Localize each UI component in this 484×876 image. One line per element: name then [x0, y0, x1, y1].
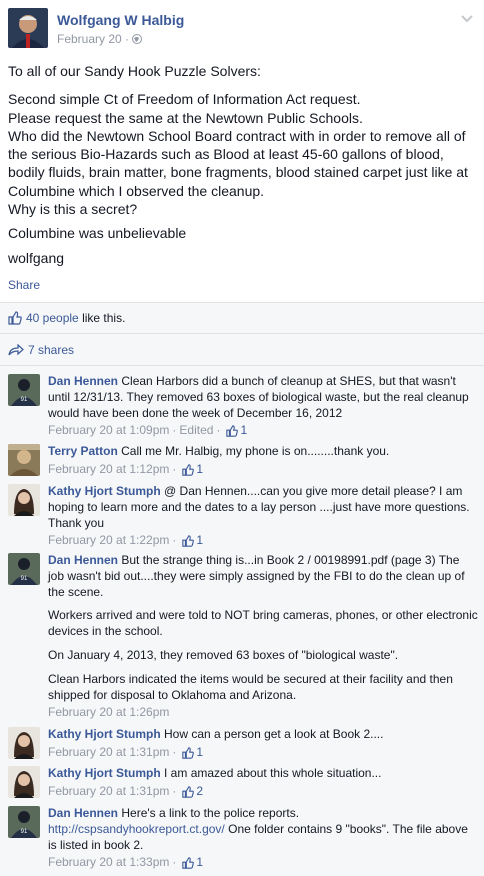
like-thumb-icon: [182, 746, 195, 759]
share-link[interactable]: Share: [8, 278, 40, 292]
like-thumb-icon: [182, 463, 195, 476]
comment-time[interactable]: February 20 at 1:31pm: [48, 745, 169, 761]
comment-meta: February 20 at 1:31pm · 1: [48, 744, 204, 761]
comment-author[interactable]: Dan Hennen: [48, 553, 118, 567]
comment-like-count[interactable]: 2: [182, 784, 203, 800]
post-meta: February 20 ·: [57, 32, 143, 46]
commenter-avatar[interactable]: 91: [8, 553, 40, 585]
commenter-avatar[interactable]: 91: [8, 806, 40, 838]
globe-icon: [132, 34, 143, 44]
comment-time[interactable]: February 20 at 1:22pm: [48, 533, 169, 549]
commenter-avatar[interactable]: 91: [8, 374, 40, 406]
commenter-avatar[interactable]: [8, 766, 40, 798]
comment-time[interactable]: February 20 at 1:31pm: [48, 784, 169, 800]
like-thumb-icon: [226, 425, 239, 437]
comment-time[interactable]: February 20 at 1:26pm: [48, 705, 169, 721]
divider: [0, 365, 484, 366]
divider: [0, 333, 484, 334]
comment-author[interactable]: Dan Hennen: [48, 374, 118, 388]
chevron-down-icon[interactable]: [460, 11, 474, 25]
likes-suffix: like this.: [82, 311, 126, 325]
comment-paragraph: Clean Harbors indicated the items would …: [48, 671, 453, 702]
comment-meta: February 20 at 1:33pm · 1: [48, 855, 204, 871]
comment-like-count[interactable]: 1: [182, 745, 203, 761]
like-thumb-icon: [8, 311, 22, 325]
post-paragraph: To all of our Sandy Hook Puzzle Solvers:: [8, 63, 261, 79]
commenter-avatar[interactable]: [8, 484, 40, 516]
comment-author[interactable]: Terry Patton: [48, 444, 118, 458]
post-paragraph: wolfgang: [8, 249, 65, 266]
shares-count[interactable]: 7 shares: [28, 343, 74, 357]
comment-text: Call me Mr. Halbig, my phone is on......…: [121, 444, 390, 458]
post-paragraph: Columbine was unbelievable: [8, 225, 187, 242]
comment-text: How can a person get a look at Book 2...…: [164, 727, 384, 741]
svg-text:91: 91: [21, 397, 28, 403]
comment-like-count[interactable]: 1: [182, 855, 203, 871]
likes-summary: 40 people like this.: [8, 311, 125, 325]
comment-edited[interactable]: Edited: [179, 423, 213, 439]
comment-meta: February 20 at 1:26pm: [48, 705, 478, 721]
comment-meta: February 20 at 1:22pm · 1: [48, 533, 204, 549]
post-author-name[interactable]: Wolfgang W Halbig: [57, 12, 184, 28]
comment-meta: February 20 at 1:09pm · Edited · 1: [48, 423, 248, 439]
comment-author[interactable]: Kathy Hjort Stumph: [48, 766, 161, 780]
post-header: Wolfgang W Halbig February 20 ·: [0, 0, 484, 60]
comment-paragraph: On January 4, 2013, they removed 63 boxe…: [48, 647, 399, 662]
author-avatar[interactable]: [8, 8, 48, 48]
svg-text:91: 91: [21, 576, 28, 582]
post-date[interactable]: February 20: [57, 32, 122, 46]
comment-time[interactable]: February 20 at 1:12pm: [48, 462, 169, 478]
comment-author[interactable]: Dan Hennen: [48, 806, 118, 820]
svg-text:91: 91: [21, 829, 28, 835]
commenter-avatar[interactable]: [8, 444, 40, 476]
comment-paragraph: Workers arrived and were told to NOT bri…: [48, 608, 478, 639]
comment-text: Here's a link to the police reports.: [121, 806, 300, 820]
comment-time[interactable]: February 20 at 1:09pm: [48, 423, 169, 439]
comment-text: I am amazed about this whole situation..…: [164, 766, 382, 780]
comment-like-count[interactable]: 1: [182, 462, 203, 478]
police-report-link[interactable]: http://cspsandyhookreport.ct.gov/: [48, 822, 225, 836]
commenter-avatar[interactable]: [8, 727, 40, 759]
share-arrow-icon: [8, 344, 24, 356]
likes-people-link[interactable]: 40 people: [26, 311, 79, 325]
post-paragraph: Second simple Ct of Freedom of Informati…: [8, 91, 468, 218]
meta-dot: ·: [125, 32, 133, 46]
comment-like-count[interactable]: 1: [226, 423, 247, 439]
comment-time[interactable]: February 20 at 1:33pm: [48, 855, 169, 871]
shares-summary[interactable]: 7 shares: [8, 343, 74, 357]
divider: [0, 302, 484, 303]
like-thumb-icon: [182, 857, 195, 869]
comment-meta: February 20 at 1:12pm · 1: [48, 461, 204, 478]
comment-author[interactable]: Kathy Hjort Stumph: [48, 727, 161, 741]
like-thumb-icon: [182, 535, 195, 547]
comment-like-count[interactable]: 1: [182, 533, 203, 549]
comment-author[interactable]: Kathy Hjort Stumph: [48, 484, 161, 498]
comment-meta: February 20 at 1:31pm · 2: [48, 783, 204, 800]
like-thumb-icon: [182, 785, 195, 798]
post-body: To all of our Sandy Hook Puzzle Solvers:…: [8, 62, 478, 273]
